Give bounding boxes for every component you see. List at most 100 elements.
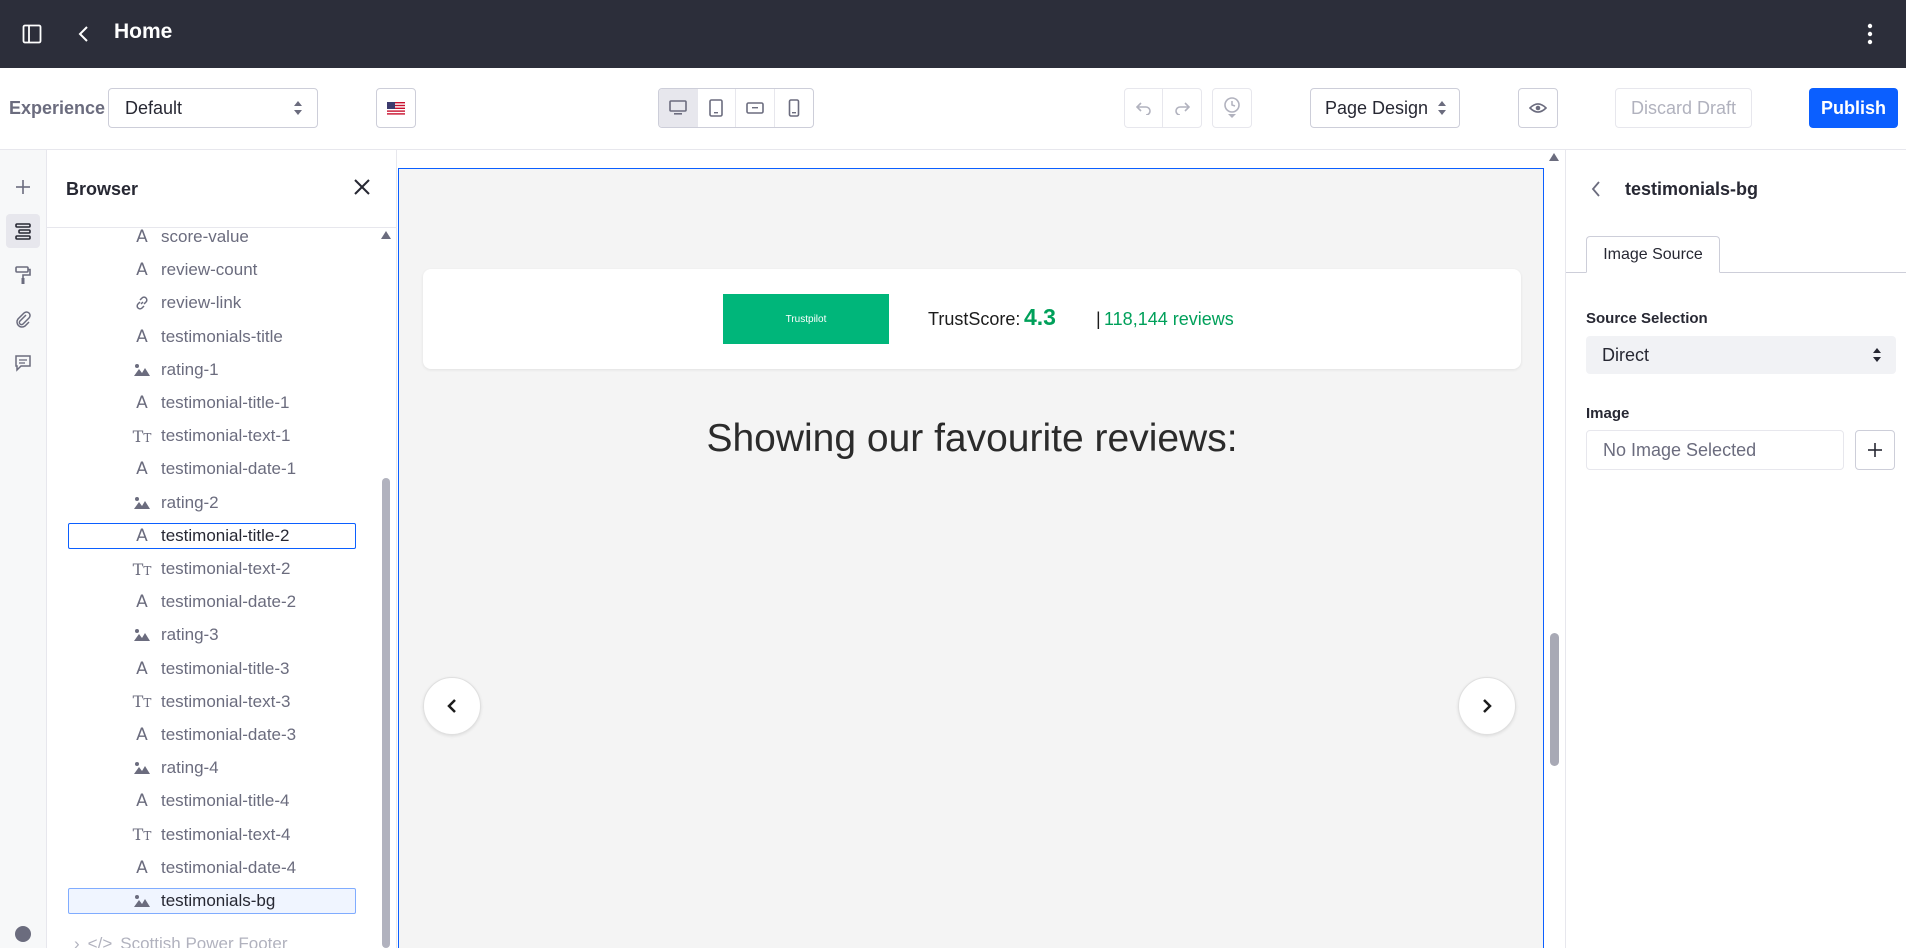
text-icon: A — [136, 725, 148, 745]
tree-item[interactable]: Atestimonial-title-4 — [68, 788, 356, 814]
browser-panel-button[interactable] — [6, 214, 40, 248]
tree-item-label: testimonial-text-4 — [161, 824, 291, 844]
desktop-viewport-button[interactable] — [659, 89, 698, 127]
comments-button[interactable] — [6, 346, 40, 380]
scroll-up-arrow-icon[interactable] — [380, 230, 392, 240]
tree-item[interactable]: TT testimonial-text-3 — [68, 689, 356, 715]
review-count-link[interactable]: 118,144 reviews — [1104, 309, 1234, 330]
source-selection-select[interactable]: Direct — [1586, 336, 1896, 374]
image-label: Image — [1586, 405, 1630, 422]
tree-item-label: review-link — [161, 293, 242, 313]
scroll-up-arrow-icon[interactable] — [1548, 152, 1560, 162]
tree-item[interactable]: Areview-count — [68, 257, 356, 283]
trustscore-label: TrustScore: — [928, 309, 1021, 329]
tree-item[interactable]: TT testimonial-text-2 — [68, 556, 356, 582]
tree-item[interactable]: testimonials-bg — [68, 888, 356, 914]
tree-item[interactable]: Atestimonial-title-2 — [68, 522, 356, 549]
next-slide-button[interactable] — [1458, 677, 1516, 735]
portrait-phone-viewport-button[interactable] — [775, 89, 813, 127]
tree-item[interactable]: TT testimonial-text-1 — [68, 423, 356, 449]
redo-icon — [1175, 102, 1190, 115]
browser-panel: Browser Ascore-value Areview-count review-… — [47, 150, 397, 948]
chevron-right-icon: › — [74, 934, 80, 948]
undo-redo-group — [1124, 88, 1202, 128]
discard-draft-button[interactable]: Discard Draft — [1615, 88, 1752, 128]
panel-title: testimonials-bg — [1625, 179, 1759, 199]
chevron-right-icon — [1483, 699, 1492, 713]
browser-scrollbar[interactable] — [381, 230, 391, 948]
tree-item[interactable]: rating-4 — [68, 755, 356, 781]
tree-item[interactable]: Atestimonial-date-2 — [68, 589, 356, 615]
preview-button[interactable] — [1518, 88, 1558, 128]
tablet-viewport-button[interactable] — [698, 89, 736, 127]
tree-item-label: Scottish Power Footer — [120, 934, 288, 948]
tree-item-label: rating-3 — [161, 625, 219, 645]
tree-item[interactable]: TT testimonial-text-4 — [68, 822, 356, 848]
tree-item[interactable]: Atestimonial-date-3 — [68, 722, 356, 748]
tree-item[interactable]: Atestimonial-date-1 — [68, 456, 356, 482]
tree-item-label: review-count — [161, 260, 258, 280]
trustpilot-card: Trustpilot TrustScore: 4.3 | 118,144 rev… — [423, 269, 1521, 369]
tree-item-label: testimonial-title-4 — [161, 791, 290, 811]
tree-item[interactable]: Atestimonials-title — [68, 324, 356, 350]
tree-item-label: testimonials-bg — [161, 891, 276, 910]
tree-item[interactable]: Atestimonial-date-4 — [68, 855, 356, 881]
tree-item[interactable]: rating-1 — [68, 357, 356, 383]
history-button[interactable] — [1212, 88, 1252, 128]
tree-item[interactable]: Atestimonial-title-1 — [68, 390, 356, 416]
landscape-phone-viewport-button[interactable] — [736, 89, 775, 127]
page-design-select[interactable]: Page Design — [1310, 88, 1460, 128]
tree-item-label: testimonial-date-4 — [161, 857, 297, 877]
sidebar-toggle-icon[interactable] — [22, 24, 42, 44]
image-icon — [131, 628, 153, 642]
image-field[interactable]: No Image Selected — [1586, 430, 1844, 470]
plus-icon — [1868, 443, 1882, 457]
phone-icon — [788, 99, 800, 117]
tree-item[interactable]: review-link — [68, 290, 356, 316]
select-image-button[interactable] — [1855, 430, 1895, 470]
editor-toolbar: Experience Default Page Design Discard D… — [0, 68, 1906, 150]
tree-item[interactable]: rating-3 — [68, 622, 356, 648]
comment-icon — [15, 355, 31, 372]
add-fragment-button[interactable] — [6, 170, 40, 204]
testimonials-section[interactable]: Trustpilot TrustScore: 4.3 | 118,144 rev… — [398, 168, 1544, 948]
page-title: Home — [114, 20, 173, 43]
tree-item[interactable]: Atestimonial-title-3 — [68, 656, 356, 682]
canvas-scrollbar[interactable] — [1547, 150, 1561, 948]
viewport-selector — [658, 88, 814, 128]
scrollbar-thumb[interactable] — [382, 478, 390, 948]
close-icon[interactable] — [353, 178, 371, 201]
publish-button[interactable]: Publish — [1809, 88, 1898, 128]
code-icon: </> — [87, 934, 113, 948]
top-bar: Home — [0, 0, 1906, 68]
back-icon[interactable] — [76, 24, 90, 44]
language-selector-button[interactable] — [376, 88, 416, 128]
landscape-phone-icon — [745, 102, 764, 114]
text-icon: A — [136, 393, 148, 413]
trustpilot-logo[interactable]: Trustpilot — [723, 294, 889, 344]
page-design-options-button[interactable] — [6, 258, 40, 292]
tab-image-source[interactable]: Image Source — [1586, 236, 1720, 273]
undo-button[interactable] — [1125, 89, 1164, 127]
more-options-icon[interactable] — [1866, 22, 1874, 46]
link-icon — [131, 295, 153, 311]
tree-item-footer[interactable]: › </> Scottish Power Footer — [68, 934, 356, 948]
redo-button[interactable] — [1163, 89, 1201, 127]
tree-item[interactable]: Ascore-value — [68, 224, 356, 250]
mapping-button[interactable] — [6, 302, 40, 336]
sort-arrows-icon — [294, 101, 302, 115]
scrollbar-thumb[interactable] — [1550, 633, 1559, 766]
sort-arrows-icon — [1438, 101, 1446, 115]
page-design-select-value: Page Design — [1325, 97, 1429, 118]
tree-item-label: testimonial-title-1 — [161, 393, 290, 412]
tree-item[interactable]: rating-2 — [68, 490, 356, 516]
text-icon: A — [136, 658, 148, 679]
help-button[interactable] — [6, 926, 40, 948]
experience-select[interactable]: Default — [108, 88, 318, 128]
tree-item-label: testimonial-title-3 — [161, 658, 290, 678]
help-icon — [15, 926, 31, 942]
previous-slide-button[interactable] — [423, 677, 481, 735]
rich-text-icon: TT — [132, 692, 152, 712]
undo-icon — [1135, 102, 1151, 115]
back-icon[interactable] — [1590, 180, 1602, 203]
